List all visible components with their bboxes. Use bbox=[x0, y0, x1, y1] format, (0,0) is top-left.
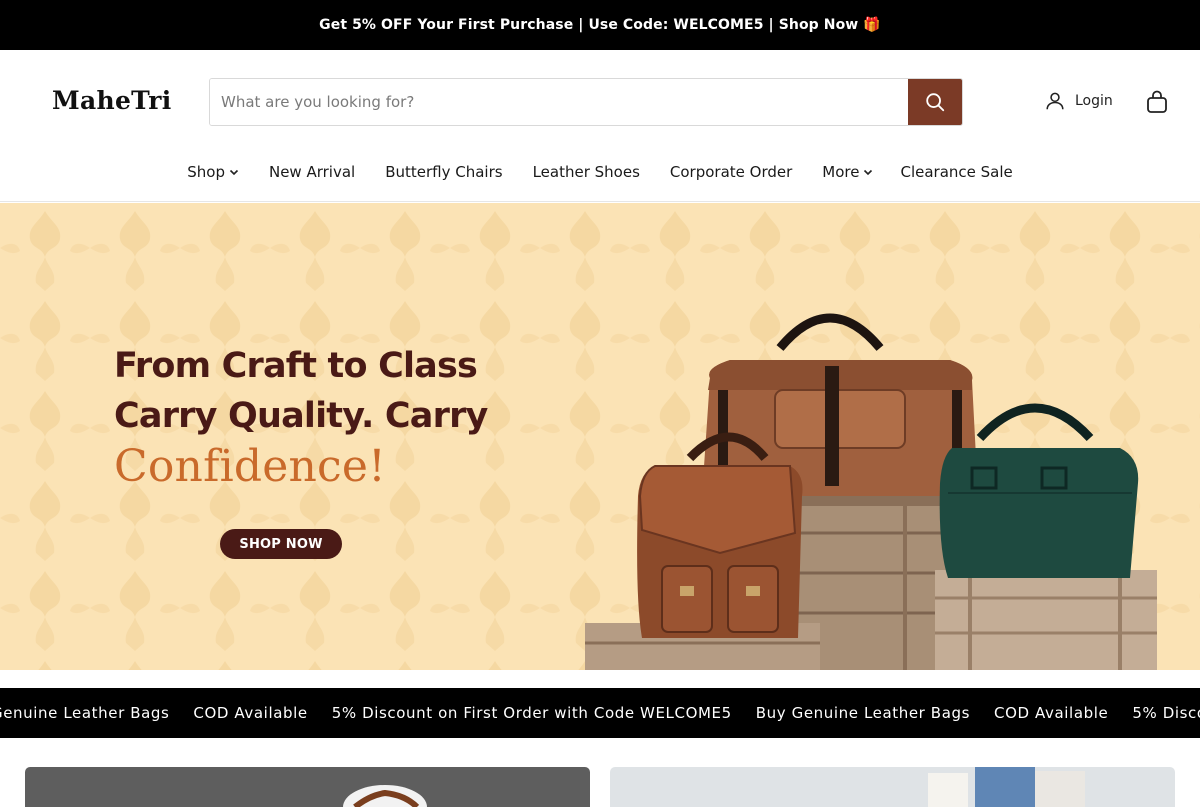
search-icon bbox=[926, 93, 945, 112]
nav-item-label: Corporate Order bbox=[669, 163, 793, 181]
announcement-text[interactable]: Get 5% OFF Your First Purchase | Use Cod… bbox=[319, 17, 881, 33]
nav-item-label: Shop bbox=[187, 163, 225, 181]
site-logo[interactable]: MaheTri bbox=[52, 86, 172, 115]
card-image bbox=[343, 785, 427, 807]
chevron-down-icon bbox=[229, 169, 239, 176]
cart-button[interactable] bbox=[1145, 89, 1169, 119]
marquee-item: Buy Genuine Leather Bags bbox=[755, 704, 971, 722]
user-icon bbox=[1046, 92, 1064, 110]
nav-item-new-arrival[interactable]: New Arrival bbox=[269, 163, 355, 181]
marquee-item: COD Available bbox=[994, 704, 1109, 722]
site-header: MaheTri Login Shop New Arrival bbox=[0, 50, 1200, 202]
hero-banner[interactable]: From Craft to Class Carry Quality. Carry… bbox=[0, 203, 1200, 670]
marquee-item: COD Available bbox=[193, 704, 308, 722]
search-button[interactable] bbox=[908, 79, 962, 125]
hero-line-3: Confidence! bbox=[114, 441, 386, 492]
leather-bags-image bbox=[585, 313, 1157, 670]
nav-item-label: More bbox=[822, 163, 860, 181]
shop-now-button[interactable]: SHOP NOW bbox=[220, 529, 342, 559]
nav-item-label: Clearance Sale bbox=[900, 163, 1013, 181]
main-nav: Shop New Arrival Butterfly Chairs Leathe… bbox=[0, 158, 1200, 186]
marquee-item: 5% Discount on First Order with Code WEL… bbox=[331, 704, 732, 722]
marquee-track: Genuine Leather Bags COD Available 5% Di… bbox=[0, 688, 1200, 738]
nav-item-more[interactable]: More bbox=[822, 163, 873, 181]
hero-line-1: From Craft to Class bbox=[114, 346, 478, 386]
leather-backpack bbox=[637, 432, 803, 638]
hero-headline: From Craft to Class Carry Quality. Carry… bbox=[114, 341, 488, 493]
search-bar bbox=[209, 78, 963, 126]
chevron-down-icon bbox=[864, 169, 873, 176]
nav-item-leather-shoes[interactable]: Leather Shoes bbox=[533, 163, 640, 181]
nav-item-label: Butterfly Chairs bbox=[385, 163, 503, 181]
card-image bbox=[928, 767, 1085, 807]
category-card-right[interactable] bbox=[610, 767, 1175, 807]
shopping-bag-icon bbox=[1147, 90, 1167, 113]
category-card-left[interactable] bbox=[25, 767, 590, 807]
nav-item-clearance-sale[interactable]: Clearance Sale bbox=[900, 163, 1012, 181]
hero-line-2: Carry Quality. Carry bbox=[114, 396, 488, 436]
marquee-item: Genuine Leather Bags bbox=[0, 704, 170, 722]
promo-marquee: Genuine Leather Bags COD Available 5% Di… bbox=[0, 688, 1200, 738]
nav-item-butterfly-chairs[interactable]: Butterfly Chairs bbox=[385, 163, 502, 181]
nav-item-corporate-order[interactable]: Corporate Order bbox=[670, 163, 792, 181]
marquee-item: 5% Discount on First Order with Code WEL… bbox=[1132, 704, 1200, 722]
announcement-bar[interactable]: Get 5% OFF Your First Purchase | Use Cod… bbox=[0, 0, 1200, 50]
login-link[interactable]: Login bbox=[1044, 90, 1113, 112]
search-input[interactable] bbox=[210, 79, 908, 125]
nav-item-shop[interactable]: Shop bbox=[187, 163, 239, 181]
nav-item-label: New Arrival bbox=[268, 163, 356, 181]
nav-item-label: Leather Shoes bbox=[532, 163, 640, 181]
login-label: Login bbox=[1075, 93, 1113, 109]
